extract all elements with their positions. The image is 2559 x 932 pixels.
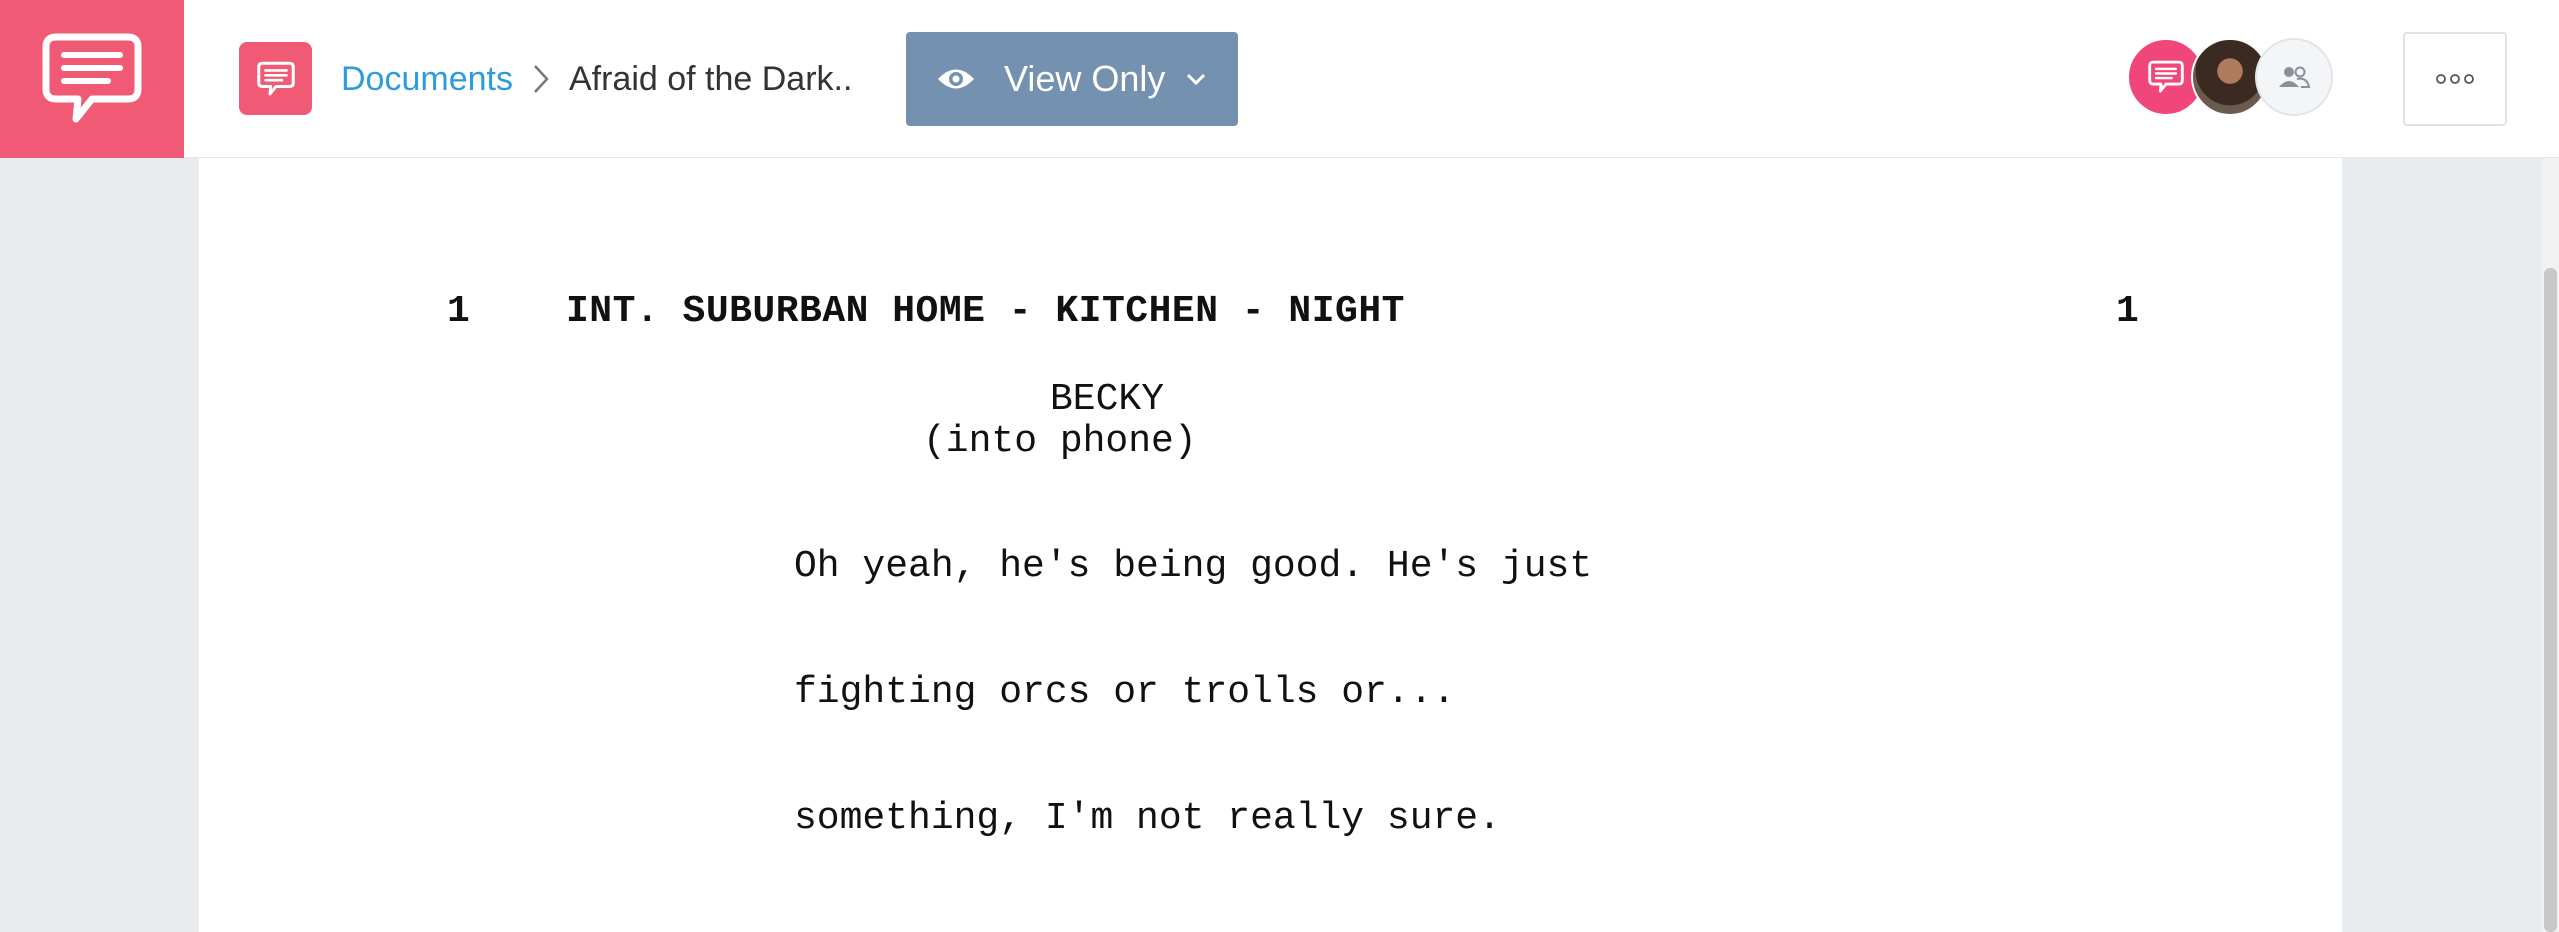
chat-bubble-logo-icon xyxy=(42,33,142,123)
script-page: 1 INT. SUBURBAN HOME - KITCHEN - NIGHT 1… xyxy=(199,158,2342,932)
breadcrumb-documents-link[interactable]: Documents xyxy=(341,60,513,99)
document-type-icon xyxy=(239,42,312,115)
breadcrumb-current-document: Afraid of the Dark.. xyxy=(568,59,853,98)
scene-number-left: 1 xyxy=(447,290,470,333)
dialogue-line: fighting orcs or trolls or... xyxy=(794,671,1456,714)
eye-icon xyxy=(936,66,976,92)
view-mode-button[interactable]: View Only xyxy=(906,32,1238,126)
dialogue: Oh yeah, he's being good. He's just figh… xyxy=(794,462,1592,924)
chat-bubble-icon xyxy=(256,61,295,95)
parenthetical: (into phone) xyxy=(923,420,1197,463)
app-logo[interactable] xyxy=(0,0,184,158)
dialogue-line: Oh yeah, he's being good. He's just xyxy=(794,545,1593,588)
chevron-right-icon xyxy=(533,64,549,94)
scrollbar-thumb[interactable] xyxy=(2544,268,2557,932)
top-bar: Documents Afraid of the Dark.. View Only xyxy=(0,0,2559,158)
dialogue-line: something, I'm not really sure. xyxy=(794,797,1501,840)
more-dots-icon xyxy=(2436,74,2474,84)
vertical-scrollbar[interactable] xyxy=(2542,158,2559,932)
breadcrumb: Documents Afraid of the Dark.. xyxy=(341,52,852,106)
view-mode-label: View Only xyxy=(1004,58,1166,99)
more-options-button[interactable] xyxy=(2403,32,2507,126)
scene-number-right: 1 xyxy=(2116,290,2139,333)
character-name: BECKY xyxy=(1050,378,1165,421)
people-icon[interactable] xyxy=(2255,38,2333,116)
scene-heading: INT. SUBURBAN HOME - KITCHEN - NIGHT xyxy=(566,290,1405,333)
chevron-down-icon xyxy=(1185,72,1207,86)
chat-bubble-icon xyxy=(2148,60,2184,93)
